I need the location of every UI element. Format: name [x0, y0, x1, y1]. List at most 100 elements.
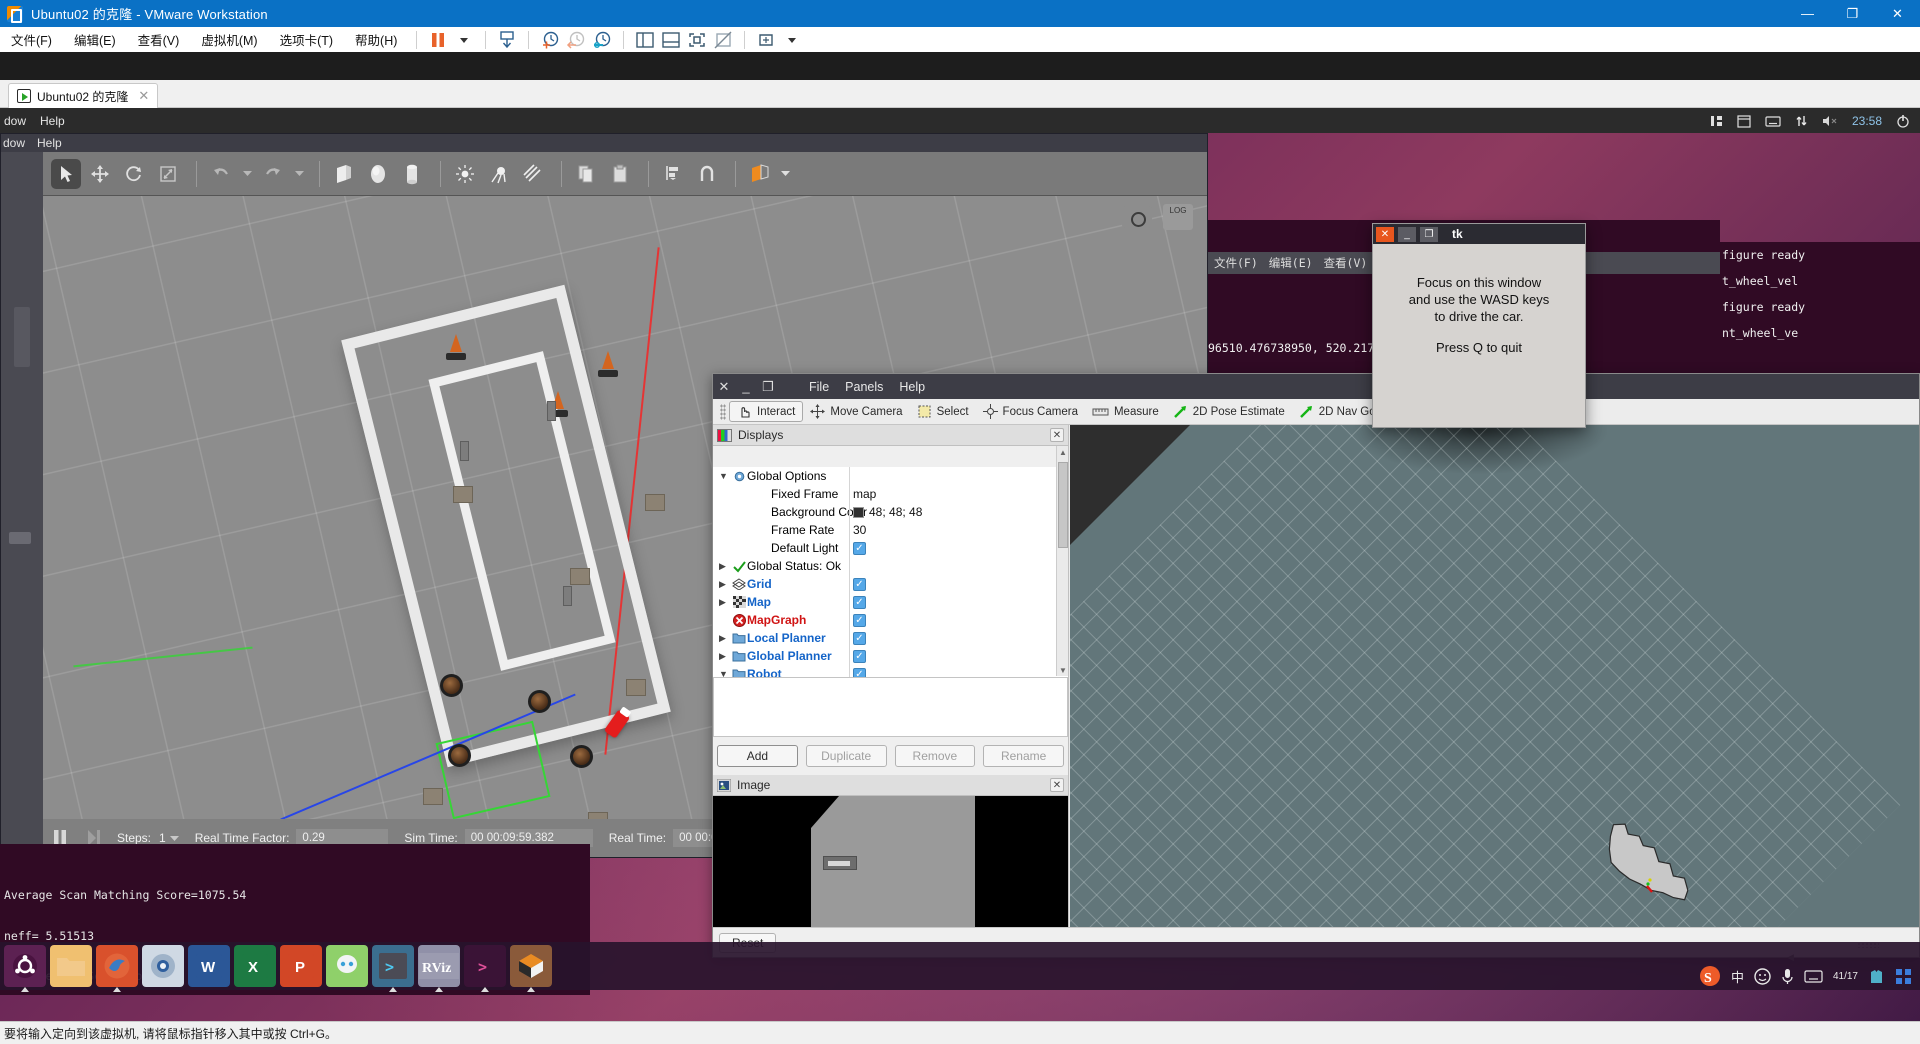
checkbox[interactable]: ✓	[853, 631, 866, 645]
checkbox[interactable]: ✓	[853, 595, 866, 609]
tree-value-wrap[interactable]: 48; 48; 48	[853, 505, 922, 519]
tk-dialog[interactable]: ✕ _ ❐ tk Focus on this window and use th…	[1372, 223, 1586, 428]
steps-value[interactable]: 1	[159, 831, 166, 845]
expand-arrow-icon[interactable]: ▶	[719, 561, 731, 572]
pillar-obstacle[interactable]	[547, 401, 556, 421]
duplicate-button[interactable]: Duplicate	[805, 745, 887, 767]
clock[interactable]: 23:58	[1852, 114, 1882, 128]
tree-row-map[interactable]: ▶ Map ✓	[713, 593, 1068, 611]
remove-button[interactable]: Remove	[894, 745, 976, 767]
calendar-icon[interactable]	[1737, 114, 1751, 128]
tree-value-wrap[interactable]: ✓	[853, 541, 866, 555]
expand-arrow-icon[interactable]: ▶	[719, 651, 731, 662]
tool-move-camera[interactable]: Move Camera	[803, 402, 909, 421]
select-arrow-icon[interactable]	[51, 158, 81, 189]
gazebo-menu-help[interactable]: Help	[37, 136, 62, 150]
pause-icon[interactable]	[425, 29, 451, 51]
tk-minimize-button[interactable]: _	[1398, 226, 1416, 242]
point-light-icon[interactable]	[450, 159, 480, 189]
panel-collapse-handle[interactable]	[9, 532, 31, 544]
ubuntu-menu-window[interactable]: dow	[2, 114, 26, 128]
rviz-menu-help[interactable]: Help	[891, 380, 933, 394]
expand-arrow-icon[interactable]: ▼	[719, 471, 731, 481]
rviz-icon[interactable]: RViz	[418, 945, 460, 992]
gazebo-left-panel[interactable]	[1, 152, 43, 857]
take-snapshot-icon[interactable]	[537, 29, 563, 51]
menu-edit[interactable]: 编辑(E)	[63, 27, 127, 52]
shirt-icon[interactable]	[1868, 968, 1885, 985]
change-view-icon[interactable]	[745, 159, 775, 189]
mic-icon[interactable]	[1781, 968, 1794, 985]
pillar-obstacle[interactable]	[460, 441, 469, 461]
displays-scrollbar[interactable]: ▲ ▼	[1056, 446, 1068, 676]
volume-mute-icon[interactable]	[1822, 115, 1838, 127]
keyboard-icon[interactable]	[1804, 969, 1823, 983]
panel-resize-handle[interactable]	[14, 307, 30, 367]
image-panel-close-icon[interactable]: ✕	[1050, 778, 1064, 792]
date-badge[interactable]: 41/17	[1833, 971, 1858, 982]
toolbar-grip[interactable]	[720, 403, 726, 420]
cylinder-icon[interactable]	[397, 159, 427, 189]
box-obstacle[interactable]	[453, 486, 473, 503]
tool-measure[interactable]: Measure	[1085, 404, 1166, 420]
log-icon[interactable]: LOG	[1163, 204, 1193, 230]
expand-arrow-icon[interactable]: ▶	[719, 579, 731, 590]
tree-row-global-status[interactable]: ▶ Global Status: Ok	[713, 557, 1068, 575]
tree-value-wrap[interactable]: ✓	[853, 577, 866, 591]
tool-2d-pose-estimate[interactable]: 2D Pose Estimate	[1166, 402, 1292, 421]
rviz-menu-file[interactable]: File	[801, 380, 837, 394]
word-icon[interactable]: W	[188, 945, 230, 987]
wheel-obstacle[interactable]	[570, 745, 593, 768]
tool-select[interactable]: Select	[910, 402, 976, 421]
color-swatch[interactable]	[853, 506, 864, 518]
ubuntu-dash-icon[interactable]	[4, 945, 46, 992]
software-center-icon[interactable]	[326, 945, 368, 987]
traffic-cone[interactable]	[446, 334, 466, 360]
tree-row-global-planner[interactable]: ▶ Global Planner ✓	[713, 647, 1068, 665]
bluetooth-icon[interactable]	[1710, 114, 1723, 128]
redo-dropdown-icon[interactable]	[292, 159, 306, 189]
redo-icon[interactable]	[258, 159, 288, 189]
menu-vm[interactable]: 虚拟机(M)	[190, 27, 268, 52]
box-obstacle[interactable]	[588, 812, 608, 819]
menu-view[interactable]: 查看(V)	[127, 27, 191, 52]
firefox-icon[interactable]	[96, 945, 138, 992]
scrollbar-thumb[interactable]	[1058, 462, 1068, 548]
undo-icon[interactable]	[206, 159, 236, 189]
spot-light-icon[interactable]	[484, 159, 514, 189]
box-obstacle[interactable]	[423, 788, 443, 805]
tree-value-wrap[interactable]: ✓	[853, 649, 866, 663]
terminal-icon[interactable]: >	[372, 945, 414, 992]
stretch-guest-icon[interactable]	[753, 29, 779, 51]
rviz-window[interactable]: ✕ _ ❐ File Panels Help Interact Move Cam…	[712, 373, 1920, 962]
menu-tabs[interactable]: 选项卡(T)	[269, 27, 344, 52]
terminal-menu-file[interactable]: 文件(F)	[1214, 255, 1258, 271]
screenshot-icon[interactable]	[1122, 206, 1152, 228]
emoji-icon[interactable]	[1754, 967, 1771, 985]
terminal-menu-edit[interactable]: 编辑(E)	[1269, 255, 1313, 271]
tree-value-wrap[interactable]: ✓	[853, 631, 866, 645]
maximize-button[interactable]: ❐	[1830, 0, 1875, 27]
tree-row-global-options[interactable]: ▼ Global Options	[713, 467, 1068, 485]
checkbox[interactable]: ✓	[853, 613, 866, 627]
chromium-icon[interactable]	[142, 945, 184, 987]
rviz-3d-view[interactable]	[1070, 425, 1919, 927]
tree-row-fixed-frame[interactable]: Fixed Frame map	[713, 485, 1068, 503]
expand-arrow-icon[interactable]: ▶	[719, 633, 731, 644]
tree-row-default-light[interactable]: Default Light ✓	[713, 539, 1068, 557]
menu-help[interactable]: 帮助(H)	[344, 27, 408, 52]
steps-dropdown-icon[interactable]	[169, 835, 179, 842]
directional-light-icon[interactable]	[518, 159, 548, 189]
box-icon[interactable]	[329, 159, 359, 189]
excel-icon[interactable]: X	[234, 945, 276, 987]
show-two-pane-icon[interactable]	[632, 29, 658, 51]
displays-tree[interactable]: ▼ Global Options Fixed Frame map Backgro…	[713, 467, 1068, 697]
ubuntu-menu-help[interactable]: Help	[40, 114, 65, 128]
expand-arrow-icon[interactable]: ▶	[719, 597, 731, 608]
tk-maximize-button[interactable]: ❐	[1420, 226, 1438, 242]
revert-snapshot-icon[interactable]	[563, 29, 589, 51]
box-obstacle[interactable]	[645, 494, 665, 511]
tree-value-wrap[interactable]: ✓	[853, 613, 866, 627]
box-obstacle[interactable]	[570, 568, 590, 585]
checkbox[interactable]: ✓	[853, 577, 866, 591]
